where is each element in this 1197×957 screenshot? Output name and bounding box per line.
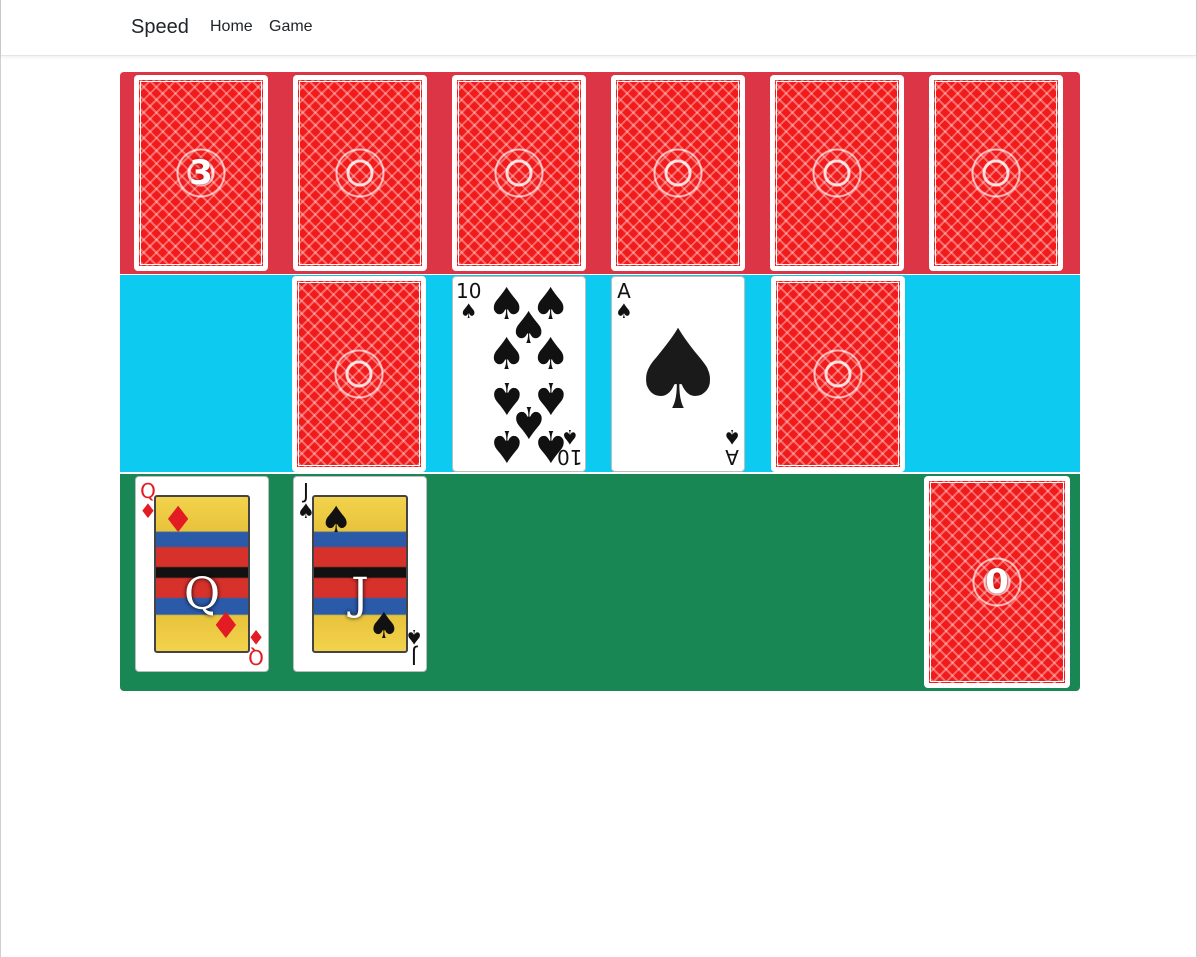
spade-icon: ♠ (531, 329, 571, 380)
player-draw-count: 0 (985, 562, 1009, 602)
card-back (296, 280, 422, 468)
play-pile-right[interactable]: A ♠ ♠ A ♠ (611, 276, 745, 472)
spade-icon: ♠ (405, 625, 423, 649)
opponent-hand-card (611, 75, 745, 271)
opponent-draw-pile: 3 (134, 75, 268, 271)
card-rank: 10 (556, 445, 582, 469)
diamond-icon: ♦ (247, 625, 265, 649)
card-back (775, 280, 901, 468)
spade-icon: ♠ (487, 420, 527, 471)
spade-icon: ♠ (320, 500, 353, 541)
spade-icon: ♠ (723, 425, 741, 449)
opponent-draw-count: 3 (189, 153, 213, 193)
card-rank: A (725, 445, 739, 469)
opponent-hand-card (452, 75, 586, 271)
card-rank: A (617, 279, 631, 303)
nav-game-link[interactable]: Game (269, 18, 313, 36)
card-back (774, 79, 900, 267)
navbar: Speed Home Game (1, 0, 1196, 56)
player-hand-card-jack-spades[interactable]: J ♠ ♠ J ♠ J ♠ (293, 476, 427, 672)
player-hand-card-queen-diamonds[interactable]: Q ♦ ♦ Q ♦ Q ♦ (135, 476, 269, 672)
spade-icon: ♠ (560, 425, 579, 449)
card-rank: 10 (456, 279, 482, 303)
card-back (615, 79, 741, 267)
player-draw-pile[interactable]: 0 (924, 476, 1070, 688)
card-corner-bottom: A ♠ (723, 425, 741, 469)
card-back (933, 79, 1059, 267)
card-back: 0 (928, 480, 1066, 684)
card-corner-bottom: 10 ♠ (556, 425, 582, 469)
opponent-hand-card (770, 75, 904, 271)
right-spit-pile[interactable] (771, 276, 905, 472)
card-back (297, 79, 423, 267)
spade-icon: ♠ (367, 606, 400, 647)
jack-court-art: ♠ J ♠ (312, 495, 408, 653)
spade-icon: ♠ (487, 329, 527, 380)
nav-home-link[interactable]: Home (210, 18, 253, 36)
player-area: Q ♦ ♦ Q ♦ Q ♦ J ♠ ♠ J ♠ J ♠ 0 (120, 474, 1080, 691)
card-rank: Q (248, 645, 264, 669)
brand-link[interactable]: Speed (131, 16, 189, 39)
opponent-hand-card (293, 75, 427, 271)
play-pile-left[interactable]: 10 ♠ ♠ ♠ ♠ ♠ ♠ ♠ ♠ ♠ ♠ ♠ 10 ♠ (452, 276, 586, 472)
center-area: 10 ♠ ♠ ♠ ♠ ♠ ♠ ♠ ♠ ♠ ♠ ♠ 10 ♠ A ♠ ♠ A ♠ (120, 275, 1080, 472)
diamond-icon: ♦ (162, 500, 195, 541)
card-back (456, 79, 582, 267)
card-corner-top: 10 ♠ (456, 281, 481, 321)
card-corner-bottom: J ♠ (405, 625, 423, 669)
spade-icon: ♠ (628, 306, 728, 434)
card-back: 3 (138, 79, 264, 267)
card-rank: J (411, 645, 417, 669)
diamond-icon: ♦ (209, 606, 242, 647)
opponent-area: 3 (120, 72, 1080, 274)
opponent-hand-card (929, 75, 1063, 271)
spade-icon: ♠ (459, 299, 478, 323)
left-spit-pile[interactable] (292, 276, 426, 472)
card-corner-bottom: Q ♦ (247, 625, 265, 669)
queen-court-art: ♦ Q ♦ (154, 495, 250, 653)
